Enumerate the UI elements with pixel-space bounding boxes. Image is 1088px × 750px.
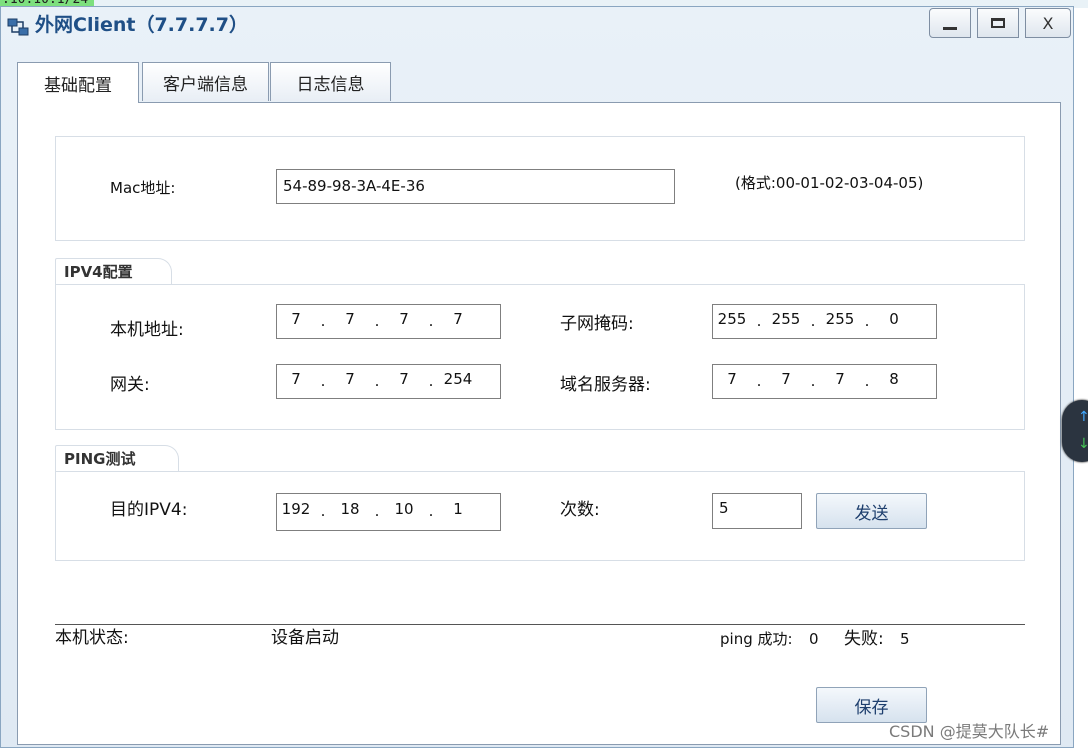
ip-octet: 7 <box>453 309 463 328</box>
ip-octet: 7 <box>345 369 355 388</box>
status-divider <box>55 624 1025 625</box>
watermark-text: CSDN @提莫大队长# <box>889 722 1050 741</box>
ip-dot: . <box>864 371 870 390</box>
minimize-button[interactable] <box>929 8 971 38</box>
ip-dot: . <box>756 371 762 390</box>
ping-success-count: 0 <box>809 630 819 648</box>
ip-octet: 255 <box>825 309 855 328</box>
window-title: 外网Client（7.7.7.7） <box>35 14 248 36</box>
app-network-icon <box>7 18 29 36</box>
ip-dot: . <box>374 311 380 330</box>
download-arrow-icon: ↓ <box>1078 436 1088 452</box>
dns-label: 域名服务器: <box>560 375 651 395</box>
maximize-icon <box>991 18 1005 28</box>
ip-octet: 255 <box>717 309 747 328</box>
ping-success-label: ping 成功: <box>720 630 793 648</box>
subnet-mask-label: 子网掩码: <box>560 314 634 334</box>
ping-dest-label: 目的IPV4: <box>110 500 188 520</box>
mac-input[interactable]: 54-89-98-3A-4E-36 <box>276 169 675 204</box>
send-button[interactable]: 发送 <box>816 493 927 529</box>
tab-client-info[interactable]: 客户端信息 <box>142 62 269 101</box>
ip-dot: . <box>320 371 326 390</box>
ip-octet: 7 <box>345 309 355 328</box>
ip-octet: 7 <box>291 309 301 328</box>
ping-section-title: PING测试 <box>55 445 179 472</box>
ipv4-group: 本机地址: 7. 7. 7. 7 子网掩码: 255. 255. 255. 0 … <box>55 284 1025 430</box>
ip-octet: 7 <box>399 369 409 388</box>
dns-input[interactable]: 7. 7. 7. 8 <box>712 364 937 399</box>
local-addr-input[interactable]: 7. 7. 7. 7 <box>276 304 501 339</box>
minimize-icon <box>943 26 957 30</box>
ip-dot: . <box>810 311 816 330</box>
ping-count-input[interactable]: 5 <box>712 493 802 529</box>
upload-arrow-icon: ↑ <box>1078 409 1088 425</box>
ip-octet: 1 <box>453 500 463 518</box>
client-window: 外网Client（7.7.7.7） X 基础配置 客户端信息 日志信息 Mac地… <box>0 6 1074 748</box>
ip-dot: . <box>428 311 434 330</box>
ip-octet: 192 <box>281 500 311 518</box>
status-value: 设备启动 <box>271 628 339 648</box>
ip-octet: 7 <box>291 369 301 388</box>
ip-octet: 7 <box>835 369 845 388</box>
tab-basic-config[interactable]: 基础配置 <box>17 62 139 103</box>
basic-config-panel: Mac地址: 54-89-98-3A-4E-36 (格式:00-01-02-03… <box>17 102 1061 745</box>
close-icon: X <box>1042 13 1054 33</box>
mac-format-hint: (格式:00-01-02-03-04-05) <box>735 174 924 192</box>
ping-fail-count: 5 <box>900 630 910 648</box>
status-label: 本机状态: <box>55 628 129 648</box>
ip-dot: . <box>756 311 762 330</box>
ip-dot: . <box>428 502 434 520</box>
ping-dest-input[interactable]: 192. 18. 10. 1 <box>276 493 501 531</box>
ip-octet: 10 <box>394 500 414 518</box>
ipv4-section-title: IPV4配置 <box>55 258 172 285</box>
tab-log-info[interactable]: 日志信息 <box>270 62 391 101</box>
ping-fail-label: 失败: <box>844 629 884 649</box>
ip-dot: . <box>374 502 380 520</box>
ip-octet: 7 <box>781 369 791 388</box>
ip-octet: 255 <box>771 309 801 328</box>
local-addr-label: 本机地址: <box>110 320 184 340</box>
ip-octet: 254 <box>443 369 473 388</box>
close-button[interactable]: X <box>1025 8 1071 38</box>
ip-dot: . <box>810 371 816 390</box>
subnet-mask-input[interactable]: 255. 255. 255. 0 <box>712 304 937 339</box>
mac-group: Mac地址: 54-89-98-3A-4E-36 (格式:00-01-02-03… <box>55 136 1025 241</box>
ip-octet: 8 <box>889 369 899 388</box>
ping-count-label: 次数: <box>560 500 600 520</box>
ping-group: 目的IPV4: 192. 18. 10. 1 次数: 5 发送 <box>55 471 1025 561</box>
ip-octet: 7 <box>399 309 409 328</box>
ip-dot: . <box>320 311 326 330</box>
gateway-label: 网关: <box>110 375 150 395</box>
title-bar[interactable]: 外网Client（7.7.7.7） X <box>1 7 1073 45</box>
ip-octet: 0 <box>889 309 899 328</box>
mac-label: Mac地址: <box>110 179 176 197</box>
ip-dot: . <box>864 311 870 330</box>
ip-octet: 7 <box>727 369 737 388</box>
floating-network-widget[interactable]: ↑ ↓ <box>1062 400 1088 462</box>
ip-dot: . <box>374 371 380 390</box>
ip-octet: 18 <box>340 500 360 518</box>
gateway-input[interactable]: 7. 7. 7. 254 <box>276 364 501 399</box>
maximize-button[interactable] <box>977 8 1019 38</box>
ip-dot: . <box>428 371 434 390</box>
ip-dot: . <box>320 502 326 520</box>
